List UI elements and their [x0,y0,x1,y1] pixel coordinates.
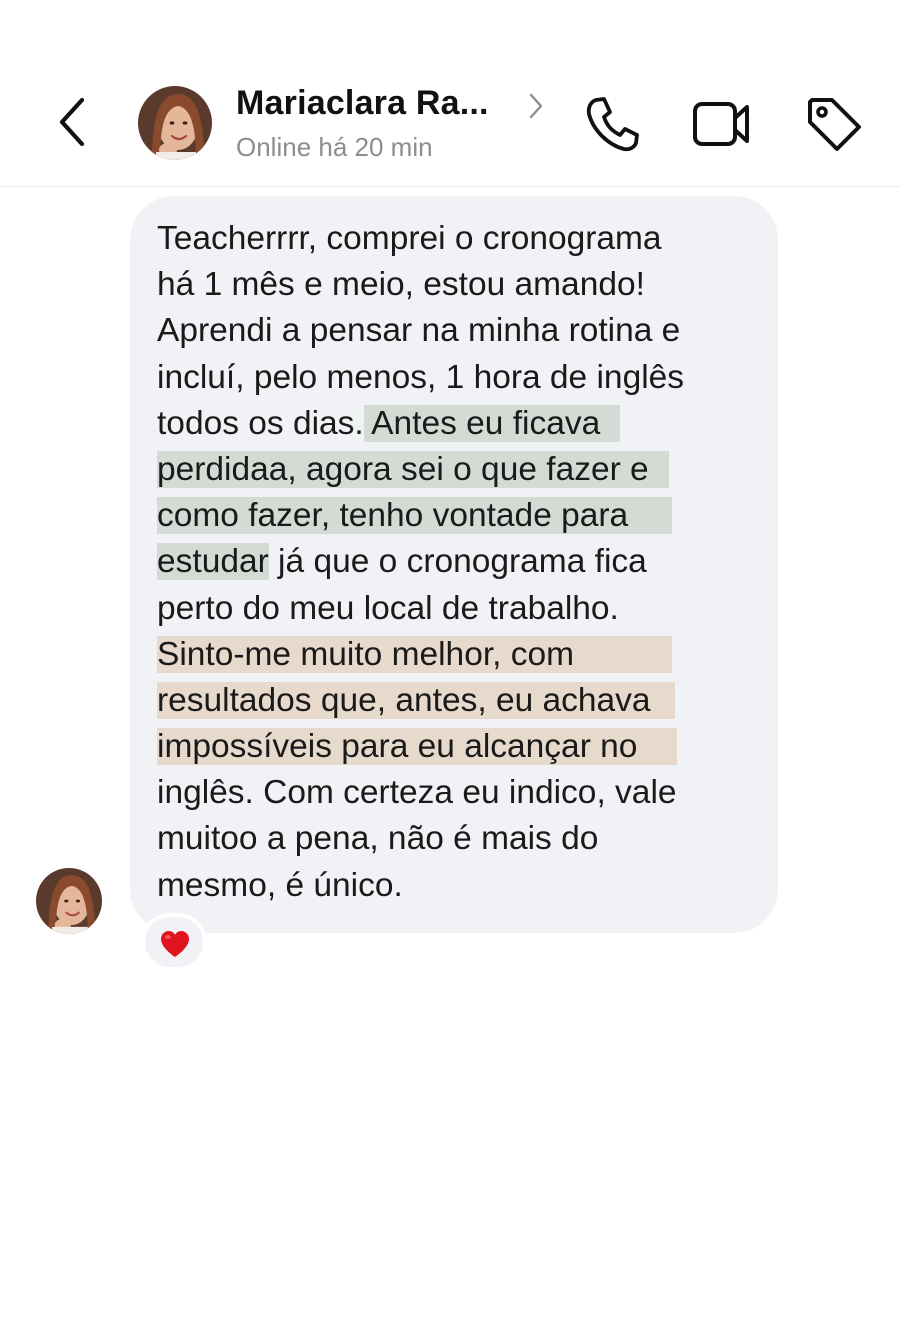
highlighted-text: Sinto-me muito melhor, com [157,635,673,673]
chat-header: Mariaclara Ra... Online há 20 min [0,0,900,187]
highlighted-text: estudar [157,543,269,581]
chevron-right-icon [529,93,543,119]
message-line: incluí, pelo menos, 1 hora de inglês [157,358,685,396]
message-reaction[interactable] [141,913,207,971]
profile-link[interactable] [526,92,546,120]
phone-icon [586,97,639,152]
message-line: como fazer, tenho vontade para [157,493,757,539]
message-line: perdidaa, agora sei o que fazer e [157,447,757,493]
chevron-left-icon [59,97,85,147]
message-line: Teacherrrr, comprei o cronograma [157,220,662,257]
video-camera-icon [693,102,749,146]
message-line: mesmo, é único. [157,866,403,904]
message-line: impossíveis para eu alcançar no [157,724,757,770]
tag-button[interactable] [804,94,864,154]
contact-name[interactable]: Mariaclara Ra... [236,84,489,123]
message-line: muitoo a pena, não é mais do [157,820,599,858]
video-call-button[interactable] [690,94,750,154]
sender-avatar[interactable] [36,868,102,934]
message-line: Aprendi a pensar na minha rotina e [157,312,681,350]
call-button[interactable] [582,94,642,154]
message-line: inglês. Com certeza eu indico, vale [157,774,677,812]
heart-icon [161,931,189,957]
message-line: todos os dias. Antes eu ficava [157,401,757,447]
message-line: perto do meu local de trabalho. [157,589,619,627]
contact-status: Online há 20 min [236,132,433,162]
message-text: Teacherrrr, comprei o cronograma há 1 mê… [157,216,757,909]
message-line: Sinto-me muito melhor, com [157,632,757,678]
highlighted-text: Antes eu ficava [363,404,621,442]
highlighted-text: impossíveis para eu alcançar no [157,728,678,766]
message-line: resultados que, antes, eu achava [157,678,757,724]
contact-avatar[interactable] [138,86,212,160]
message-line: há 1 mês e meio, estou amando! [157,266,645,304]
highlighted-text: resultados que, antes, eu achava [157,681,675,719]
highlighted-text: como fazer, tenho vontade para [157,497,673,535]
back-button[interactable] [52,92,96,152]
highlighted-text: perdidaa, agora sei o que fazer e [157,450,669,488]
tag-icon [808,98,861,151]
message-line: estudar já que o cronograma fica [157,543,647,581]
